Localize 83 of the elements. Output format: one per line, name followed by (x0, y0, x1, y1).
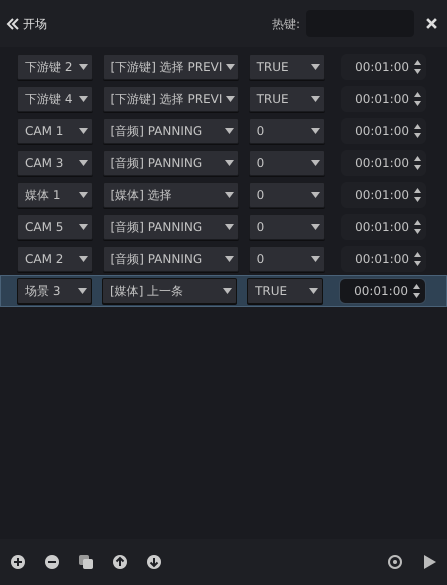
value-dropdown[interactable]: 0 (248, 246, 326, 272)
arrow-down-icon[interactable] (146, 554, 162, 570)
spin-icon[interactable] (412, 283, 421, 299)
action-dropdown[interactable]: [音频] PANNING (102, 246, 239, 272)
list-row[interactable]: CAM 3 [音频] PANNING 0 00:01:00 (0, 147, 447, 179)
action-dropdown[interactable]: [音频] PANNING (102, 150, 239, 176)
spin-icon[interactable] (413, 251, 422, 267)
time-field[interactable]: 00:01:00 (341, 214, 426, 240)
caret-icon (224, 192, 234, 198)
spin-icon[interactable] (413, 219, 422, 235)
remove-icon[interactable] (44, 554, 60, 570)
action-dropdown[interactable]: [下游键] 选择 PREVI (102, 86, 239, 112)
caret-icon (311, 128, 320, 134)
close-icon[interactable] (426, 18, 437, 29)
value-dropdown[interactable]: TRUE (248, 54, 326, 80)
caret-icon (311, 64, 320, 70)
list-row[interactable]: 场景 3 [媒体] 上一条 TRUE 00:01:00 (0, 275, 447, 307)
spin-icon[interactable] (413, 123, 422, 139)
action-dropdown[interactable]: [音频] PANNING (102, 214, 239, 240)
back-icon[interactable] (6, 16, 20, 30)
page-title: 开场 (23, 16, 47, 32)
value-dropdown[interactable]: 0 (248, 214, 326, 240)
caret-icon (78, 64, 88, 70)
list-row[interactable]: CAM 2 [音频] PANNING 0 00:01:00 (0, 243, 447, 275)
caret-icon (311, 96, 320, 102)
caret-icon (224, 224, 234, 230)
list-row[interactable]: 媒体 1 [媒体] 选择 0 00:01:00 (0, 179, 447, 211)
action-dropdown[interactable]: [媒体] 上一条 (102, 278, 238, 304)
time-field[interactable]: 00:01:00 (341, 246, 426, 272)
value-dropdown[interactable]: TRUE (247, 278, 324, 304)
caret-icon (78, 160, 88, 166)
list-row[interactable]: 下游键 4 [下游键] 选择 PREVI TRUE 00:01:00 (0, 83, 447, 115)
circle-icon[interactable] (387, 554, 403, 570)
list-row[interactable]: CAM 5 [音频] PANNING 0 00:01:00 (0, 211, 447, 243)
caret-icon (78, 288, 88, 294)
caret-icon (224, 256, 234, 262)
action-dropdown[interactable]: [下游键] 选择 PREVI (102, 54, 239, 80)
caret-icon (78, 224, 88, 230)
arrow-up-icon[interactable] (112, 554, 128, 570)
time-field[interactable]: 00:01:00 (341, 182, 426, 208)
caret-icon (311, 224, 320, 230)
source-dropdown[interactable]: 下游键 2 (17, 54, 93, 80)
caret-icon (224, 128, 234, 134)
time-field[interactable]: 00:01:00 (341, 54, 426, 80)
value-dropdown[interactable]: TRUE (248, 86, 326, 112)
value-dropdown[interactable]: 0 (248, 150, 326, 176)
source-dropdown[interactable]: 下游键 4 (17, 86, 93, 112)
caret-icon (311, 256, 320, 262)
add-icon[interactable] (10, 554, 26, 570)
caret-icon (78, 256, 88, 262)
caret-icon (223, 288, 232, 294)
source-dropdown[interactable]: CAM 3 (17, 150, 93, 176)
caret-icon (309, 288, 318, 294)
value-dropdown[interactable]: 0 (248, 118, 326, 144)
copy-icon[interactable] (78, 554, 94, 570)
time-field[interactable]: 00:01:00 (339, 278, 426, 304)
caret-icon (224, 160, 234, 166)
value-dropdown[interactable]: 0 (248, 182, 326, 208)
hotkey-label: 热键: (272, 16, 300, 32)
play-icon[interactable] (421, 554, 437, 570)
source-dropdown[interactable]: CAM 5 (17, 214, 93, 240)
caret-icon (78, 192, 88, 198)
caret-icon (311, 192, 320, 198)
spin-icon[interactable] (413, 187, 422, 203)
action-dropdown[interactable]: [媒体] 选择 (102, 182, 239, 208)
spin-icon[interactable] (413, 155, 422, 171)
list-row[interactable]: CAM 1 [音频] PANNING 0 00:01:00 (0, 115, 447, 147)
source-dropdown[interactable]: CAM 2 (17, 246, 93, 272)
source-dropdown[interactable]: CAM 1 (17, 118, 93, 144)
caret-icon (78, 96, 88, 102)
caret-icon (78, 128, 88, 134)
time-field[interactable]: 00:01:00 (341, 86, 426, 112)
caret-icon (226, 96, 236, 102)
source-dropdown[interactable]: 场景 3 (17, 278, 92, 304)
source-dropdown[interactable]: 媒体 1 (17, 182, 93, 208)
action-dropdown[interactable]: [音频] PANNING (102, 118, 239, 144)
spin-icon[interactable] (413, 91, 422, 107)
caret-icon (311, 160, 320, 166)
caret-icon (226, 64, 236, 70)
spin-icon[interactable] (413, 59, 422, 75)
time-field[interactable]: 00:01:00 (341, 118, 426, 144)
time-field[interactable]: 00:01:00 (341, 150, 426, 176)
list-row[interactable]: 下游键 2 [下游键] 选择 PREVI TRUE 00:01:00 (0, 51, 447, 83)
